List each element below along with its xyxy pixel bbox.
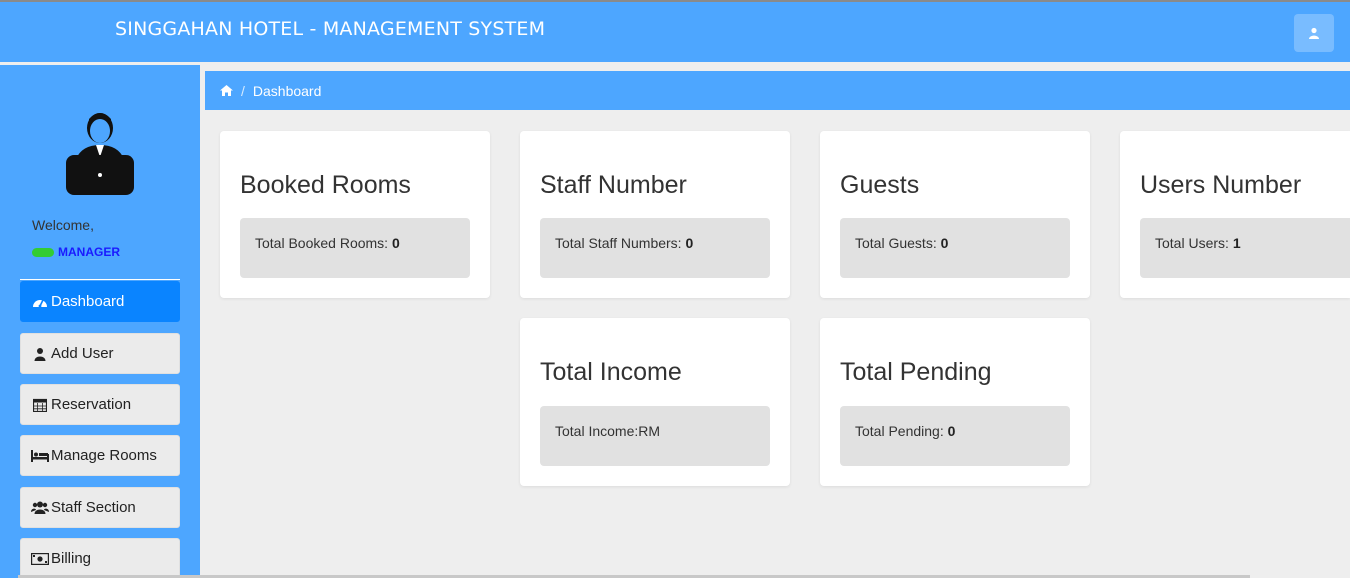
- card-title: Users Number: [1140, 171, 1302, 199]
- stat-value: 0: [947, 423, 956, 439]
- card-title: Guests: [840, 171, 920, 199]
- calendar-icon: [31, 397, 49, 413]
- total-income-card: Total Income Total Income:RM: [520, 318, 790, 486]
- card-title: Total Pending: [840, 358, 992, 386]
- user-icon: [1309, 27, 1319, 39]
- stat-label: Total Booked Rooms:: [255, 235, 392, 251]
- users-icon: [31, 500, 49, 516]
- sidebar-item-add-user[interactable]: Add User: [20, 333, 180, 374]
- sidebar-divider: [20, 279, 180, 280]
- card-stat-box: Total Booked Rooms: 0: [240, 218, 470, 278]
- stat-label: Total Pending:: [855, 423, 948, 439]
- online-status-icon: [32, 247, 54, 257]
- card-title: Booked Rooms: [240, 171, 411, 199]
- total-pending-card: Total Pending Total Pending: 0: [820, 318, 1090, 486]
- dashboard-icon: [31, 294, 49, 310]
- home-icon[interactable]: [220, 85, 233, 96]
- app-title: SINGGAHAN HOTEL - MANAGEMENT SYSTEM: [115, 18, 546, 40]
- stat-value: 0: [940, 235, 949, 251]
- card-stat-box: Total Users: 1: [1140, 218, 1350, 278]
- money-icon: [31, 551, 49, 567]
- sidebar-item-dashboard[interactable]: Dashboard: [20, 281, 180, 322]
- card-title: Total Income: [540, 358, 682, 386]
- bed-icon: [31, 448, 49, 464]
- users-number-card: Users Number Total Users: 1: [1120, 131, 1350, 298]
- guests-card: Guests Total Guests: 0: [820, 131, 1090, 298]
- welcome-text: Welcome,: [32, 217, 94, 233]
- role-indicator: MANAGER: [32, 245, 120, 259]
- role-label: MANAGER: [58, 245, 120, 259]
- sidebar-item-label: Reservation: [51, 396, 132, 413]
- stat-label: Total Income:RM: [555, 423, 661, 439]
- card-stat-box: Total Income:RM: [540, 406, 770, 466]
- sidebar-item-manage-rooms[interactable]: Manage Rooms: [20, 435, 180, 476]
- breadcrumb-separator: /: [241, 82, 245, 99]
- sidebar-item-label: Staff Section: [51, 499, 136, 516]
- breadcrumb: / Dashboard: [205, 71, 1350, 110]
- sidebar-item-label: Dashboard: [51, 293, 125, 310]
- stat-value: 1: [1232, 235, 1241, 251]
- sidebar-item-reservation[interactable]: Reservation: [20, 384, 180, 425]
- sidebar-item-label: Add User: [51, 345, 114, 362]
- sidebar-item-staff-section[interactable]: Staff Section: [20, 487, 180, 528]
- card-stat-box: Total Pending: 0: [840, 406, 1070, 466]
- sidebar-item-billing[interactable]: Billing: [20, 538, 180, 578]
- stat-label: Total Guests:: [855, 235, 941, 251]
- user-menu-button[interactable]: [1294, 14, 1334, 52]
- booked-rooms-card: Booked Rooms Total Booked Rooms: 0: [220, 131, 490, 298]
- breadcrumb-current: Dashboard: [252, 82, 322, 99]
- manager-avatar-icon: [66, 113, 134, 195]
- sidebar-item-label: Billing: [51, 550, 92, 567]
- stat-value: 0: [685, 235, 694, 251]
- top-header-bar: SINGGAHAN HOTEL - MANAGEMENT SYSTEM: [0, 0, 1350, 62]
- sidebar: Welcome, MANAGER Dashboard Add User Rese…: [0, 65, 200, 578]
- stat-label: Total Staff Numbers:: [555, 235, 686, 251]
- card-title: Staff Number: [540, 171, 687, 199]
- sidebar-item-label: Manage Rooms: [51, 447, 157, 464]
- stat-value: 0: [391, 235, 400, 251]
- card-stat-box: Total Staff Numbers: 0: [540, 218, 770, 278]
- user-icon: [31, 346, 49, 362]
- card-stat-box: Total Guests: 0: [840, 218, 1070, 278]
- staff-number-card: Staff Number Total Staff Numbers: 0: [520, 131, 790, 298]
- stat-label: Total Users:: [1155, 235, 1233, 251]
